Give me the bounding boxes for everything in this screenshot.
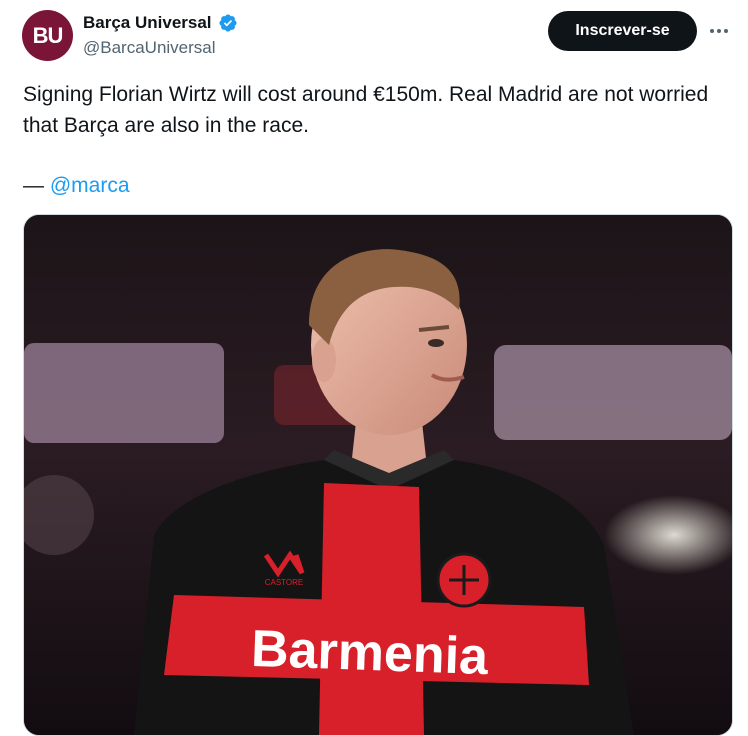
source-dash: — bbox=[23, 174, 44, 197]
tweet-text: Signing Florian Wirtz will cost around €… bbox=[23, 83, 709, 137]
kit-brand-text: CASTORE bbox=[265, 578, 304, 587]
shirt-sponsor-text: Barmenia bbox=[250, 620, 490, 686]
author-handle[interactable]: @BarcaUniversal bbox=[83, 38, 216, 58]
tweet-source: — @marca bbox=[23, 170, 130, 201]
verified-badge-icon bbox=[218, 14, 237, 32]
avatar[interactable]: BU bbox=[22, 10, 73, 61]
player-photo-illustration: CASTORE Barmenia bbox=[24, 215, 732, 735]
source-mention-link[interactable]: @marca bbox=[50, 174, 130, 197]
author-name[interactable]: Barça Universal bbox=[83, 13, 212, 33]
more-options-icon[interactable] bbox=[706, 18, 732, 44]
tweet-photo[interactable]: CASTORE Barmenia bbox=[23, 214, 733, 736]
author-name-row: Barça Universal bbox=[83, 13, 238, 33]
subscribe-button[interactable]: Inscrever-se bbox=[548, 11, 697, 51]
avatar-initials: BU bbox=[32, 22, 64, 48]
